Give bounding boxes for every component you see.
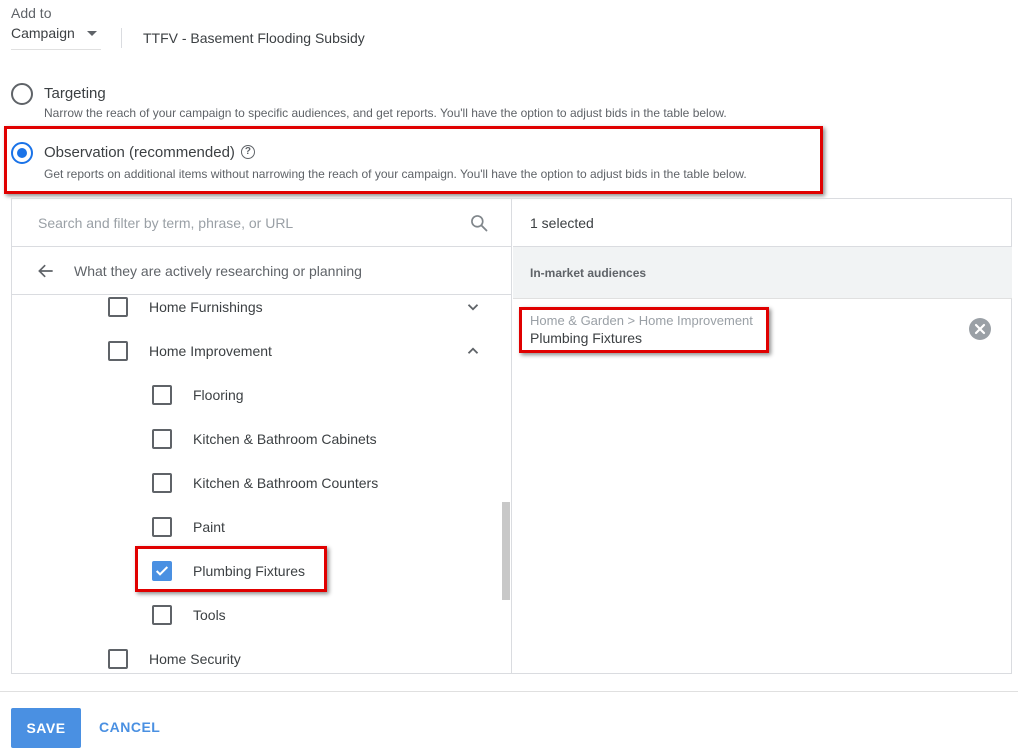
remove-icon[interactable] [969,318,991,340]
breadcrumb-text: What they are actively researching or pl… [74,262,362,279]
checkbox[interactable] [108,297,128,317]
checkbox[interactable] [152,473,172,493]
selected-count: 1 selected [513,199,1012,247]
save-button[interactable]: SAVE [11,708,81,748]
list-item-label: Home Security [149,651,241,667]
list-item-label: Flooring [193,387,244,403]
list-item-label: Home Furnishings [149,299,263,315]
add-to-value: Campaign [11,25,75,41]
scrollbar-thumb[interactable] [502,502,510,600]
targeting-option[interactable]: Targeting Narrow the reach of your campa… [11,82,727,120]
dropdown-arrow-icon [86,30,97,36]
highlight-checkbox-item [135,546,327,592]
add-to-selector[interactable]: Add to Campaign [11,5,101,50]
checkbox[interactable] [108,341,128,361]
highlight-selected-item [519,307,769,353]
checkbox[interactable] [152,605,172,625]
list-item[interactable]: Kitchen & Bathroom Cabinets [152,427,377,451]
checkbox[interactable] [152,385,172,405]
selected-pane: 1 selected In-market audiences Home & Ga… [513,199,1012,673]
list-item-label: Tools [193,607,226,623]
chevron-down-icon[interactable] [464,298,482,316]
header-divider [121,28,122,48]
add-to-dropdown[interactable]: Campaign [11,25,101,50]
browse-pane: Search and filter by term, phrase, or UR… [12,199,512,673]
list-item-label: Kitchen & Bathroom Cabinets [193,431,377,447]
search-icon[interactable] [469,213,489,233]
add-to-label: Add to [11,5,52,21]
highlight-observation [4,126,823,194]
targeting-radio[interactable] [11,83,33,105]
list-item[interactable]: Home Security [108,647,241,671]
search-input[interactable]: Search and filter by term, phrase, or UR… [38,215,469,231]
checkbox[interactable] [152,517,172,537]
list-item[interactable]: Home Improvement [108,339,272,363]
list-item-label: Paint [193,519,225,535]
list-item[interactable]: Flooring [152,383,244,407]
footer-divider [0,691,1018,692]
checkbox[interactable] [152,429,172,449]
list-item[interactable]: Paint [152,515,225,539]
list-item[interactable]: Kitchen & Bathroom Counters [152,471,378,495]
campaign-name: TTFV - Basement Flooding Subsidy [143,30,365,46]
targeting-description: Narrow the reach of your campaign to spe… [44,106,727,120]
list-item-label: Home Improvement [149,343,272,359]
audience-panel: Search and filter by term, phrase, or UR… [11,198,1012,674]
chevron-up-icon[interactable] [464,342,482,360]
list-item[interactable]: Home Furnishings [108,295,263,319]
search-bar[interactable]: Search and filter by term, phrase, or UR… [12,199,511,247]
targeting-title: Targeting [44,84,106,102]
breadcrumb: What they are actively researching or pl… [12,247,511,295]
back-arrow-icon[interactable] [36,261,56,281]
group-title: In-market audiences [513,247,1012,299]
list-item[interactable]: Tools [152,603,226,627]
list-item-label: Kitchen & Bathroom Counters [193,475,379,491]
cancel-button[interactable]: CANCEL [99,719,160,735]
checkbox[interactable] [108,649,128,669]
